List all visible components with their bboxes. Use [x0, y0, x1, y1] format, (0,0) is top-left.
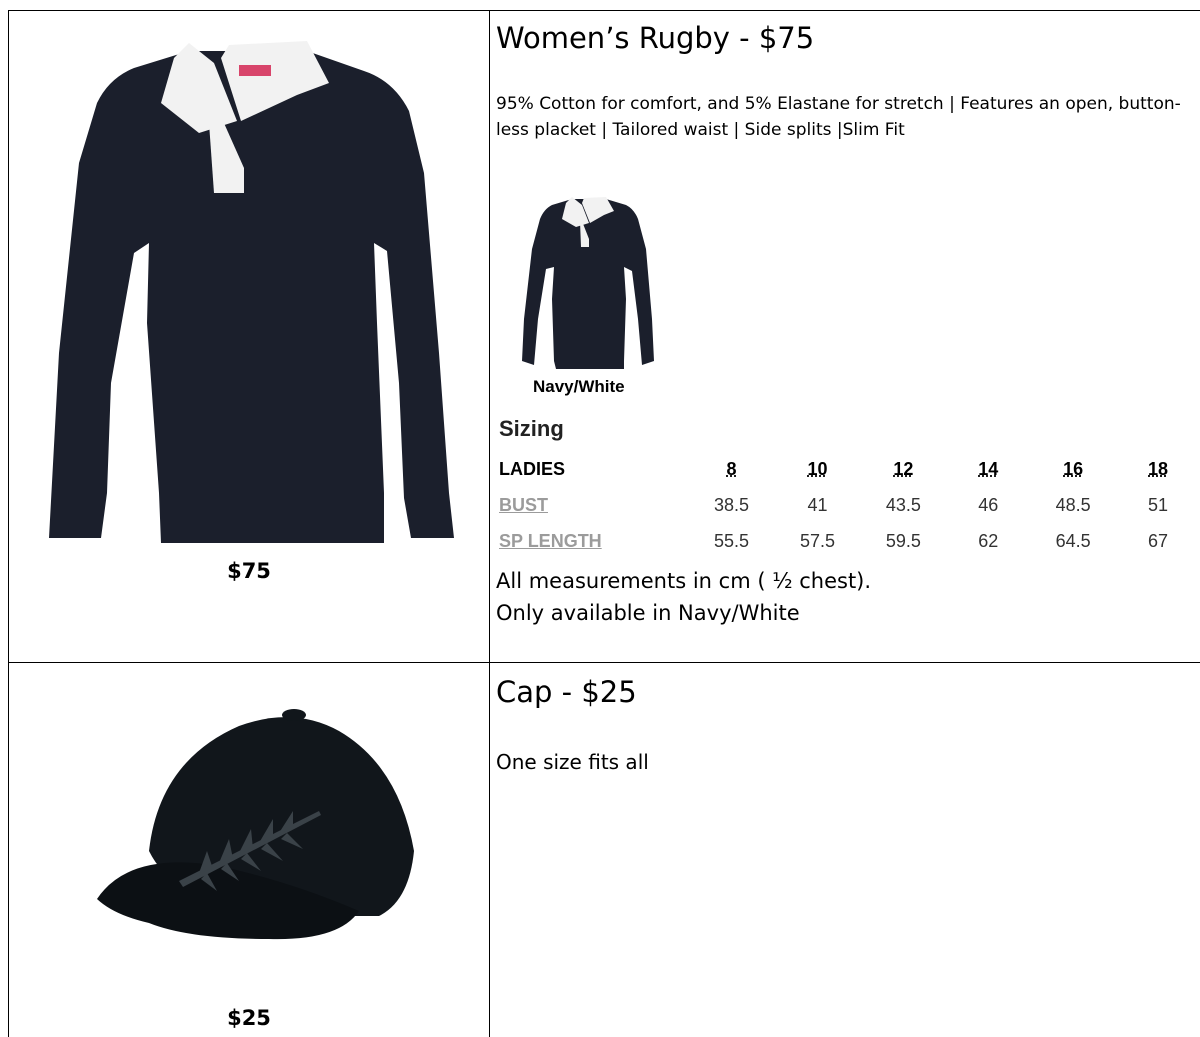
size-value: 46 [978, 494, 999, 515]
size-value: 62 [978, 530, 999, 551]
rugby-shirt-thumbnail [522, 197, 654, 369]
product-title: Women’s Rugby - $75 [496, 21, 815, 55]
sizing-title: Sizing [499, 416, 564, 441]
size-value: 57.5 [799, 530, 835, 551]
sizing-row-sp-length: SP LENGTH 55.5 57.5 59.5 62 64.5 67 [499, 523, 1200, 559]
size-header: 16 [1063, 458, 1084, 479]
price-caption: $75 [227, 559, 271, 583]
sp-length-label[interactable]: SP LENGTH [499, 523, 689, 559]
ladies-label: LADIES [499, 458, 566, 479]
size-header: 12 [893, 458, 914, 479]
availability-note: Only available in Navy/White [496, 601, 800, 625]
size-header: 14 [978, 458, 999, 479]
price-caption: $25 [227, 1006, 271, 1030]
size-value: 43.5 [885, 494, 921, 515]
shirt-tag-shape [239, 65, 271, 76]
rugby-shirt-image [49, 41, 454, 543]
measurement-note: All measurements in cm ( ½ chest). [496, 569, 872, 593]
size-value: 41 [807, 494, 828, 515]
bust-label[interactable]: BUST [499, 487, 689, 523]
product-description: One size fits all [496, 750, 649, 774]
sizing-table: LADIES 8 10 12 14 16 18 BUST 38.5 41 43.… [499, 451, 1200, 559]
product-row-rugby: $75 Women’s Rugby - $75 95% Cotton for c… [8, 10, 1200, 663]
product-info-cell: Women’s Rugby - $75 95% Cotton for comfo… [490, 11, 1200, 662]
thumbnail-body-shape [522, 199, 654, 369]
size-value: 48.5 [1055, 494, 1091, 515]
colour-label: Navy/White [533, 377, 625, 396]
product-image-cell: $75 [9, 11, 489, 662]
size-header: 8 [726, 458, 737, 479]
cap-button-shape [282, 709, 306, 721]
size-value: 38.5 [714, 494, 750, 515]
size-header: 18 [1148, 458, 1169, 479]
product-row-cap: $25 Cap - $25 One size fits all [8, 661, 1200, 1037]
product-title: Cap - $25 [496, 675, 637, 709]
product-info-cell: Cap - $25 One size fits all [490, 661, 1200, 1037]
size-value: 67 [1148, 530, 1169, 551]
shirt-body-shape [49, 51, 454, 543]
size-header: 10 [807, 458, 828, 479]
size-value: 55.5 [714, 530, 750, 551]
sizing-header-row: LADIES 8 10 12 14 16 18 [499, 451, 1200, 487]
product-image-cell: $25 [9, 661, 489, 1037]
size-value: 59.5 [885, 530, 921, 551]
size-value: 51 [1148, 494, 1169, 515]
size-value: 64.5 [1055, 530, 1091, 551]
sizing-row-bust: BUST 38.5 41 43.5 46 48.5 51 [499, 487, 1200, 523]
cap-image [97, 709, 414, 940]
product-description: 95% Cotton for comfort, and 5% Elastane … [496, 94, 1181, 140]
